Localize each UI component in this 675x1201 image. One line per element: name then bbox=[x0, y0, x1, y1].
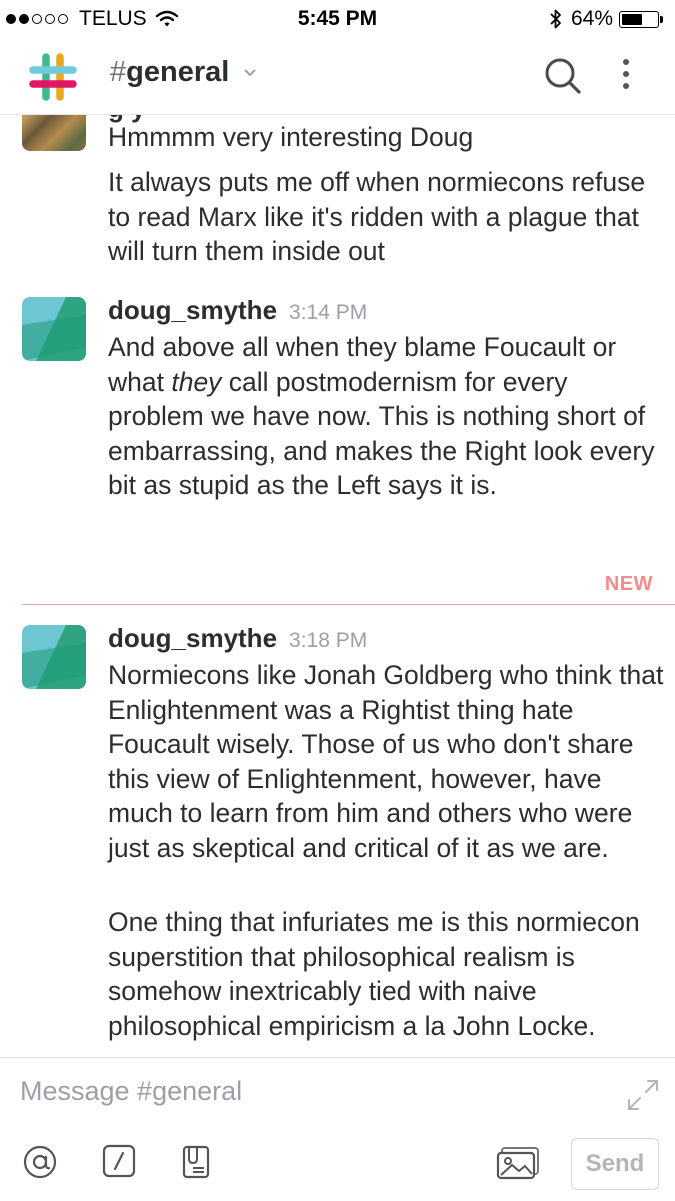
painting-avatar[interactable] bbox=[22, 115, 86, 151]
channel-header: #general bbox=[0, 38, 675, 115]
message-text: And above all when they blame Foucault o… bbox=[108, 330, 664, 503]
new-messages-divider bbox=[22, 604, 675, 605]
message-text: Hmmmm very interesting Doug bbox=[108, 122, 474, 152]
message-input[interactable]: Message #general bbox=[20, 1076, 242, 1107]
user-avatar[interactable] bbox=[22, 297, 86, 361]
search-icon[interactable] bbox=[543, 56, 583, 96]
channel-title[interactable]: #general bbox=[110, 56, 257, 89]
more-vertical-icon[interactable] bbox=[614, 56, 638, 96]
photo-gallery-icon[interactable] bbox=[496, 1146, 540, 1180]
timestamp: 3:14 PM bbox=[289, 301, 368, 324]
message-text: Normiecons like Jonah Goldberg who think… bbox=[108, 660, 664, 863]
message-composer: Message #general Send bbox=[0, 1057, 675, 1201]
battery-percent: 64% bbox=[570, 7, 613, 30]
send-button[interactable]: Send bbox=[571, 1138, 659, 1190]
timestamp: 3:18 PM bbox=[289, 629, 368, 652]
at-mention-icon[interactable] bbox=[22, 1144, 58, 1180]
message-text: One thing that infuriates me is this nor… bbox=[108, 907, 640, 1041]
file-upload-icon[interactable] bbox=[180, 1144, 216, 1180]
expand-icon[interactable] bbox=[626, 1078, 660, 1112]
emphasis-text: they bbox=[171, 366, 222, 397]
message-header: doug_smythe 3:14 PM bbox=[108, 295, 367, 326]
channel-name: general bbox=[126, 56, 230, 88]
message-list[interactable]: g y Hmmmm very interesting Doug It alway… bbox=[0, 115, 675, 1057]
message-header: doug_smythe 3:18 PM bbox=[108, 623, 367, 654]
sender-name[interactable]: doug_smythe bbox=[108, 623, 277, 653]
status-bar: TELUS 5:45 PM 64% bbox=[0, 0, 675, 38]
channel-hash: # bbox=[110, 56, 127, 88]
battery-area: 64% bbox=[549, 7, 663, 31]
new-messages-label: NEW bbox=[604, 573, 653, 595]
bluetooth-icon bbox=[550, 9, 561, 29]
chevron-down-icon bbox=[244, 69, 257, 77]
message-text: It always puts me off when normiecons re… bbox=[108, 167, 646, 266]
sender-name[interactable]: doug_smythe bbox=[108, 295, 277, 325]
slack-logo-icon[interactable] bbox=[28, 52, 78, 102]
slash-command-icon[interactable] bbox=[102, 1144, 136, 1178]
user-avatar[interactable] bbox=[22, 625, 86, 689]
battery-icon bbox=[619, 10, 659, 28]
